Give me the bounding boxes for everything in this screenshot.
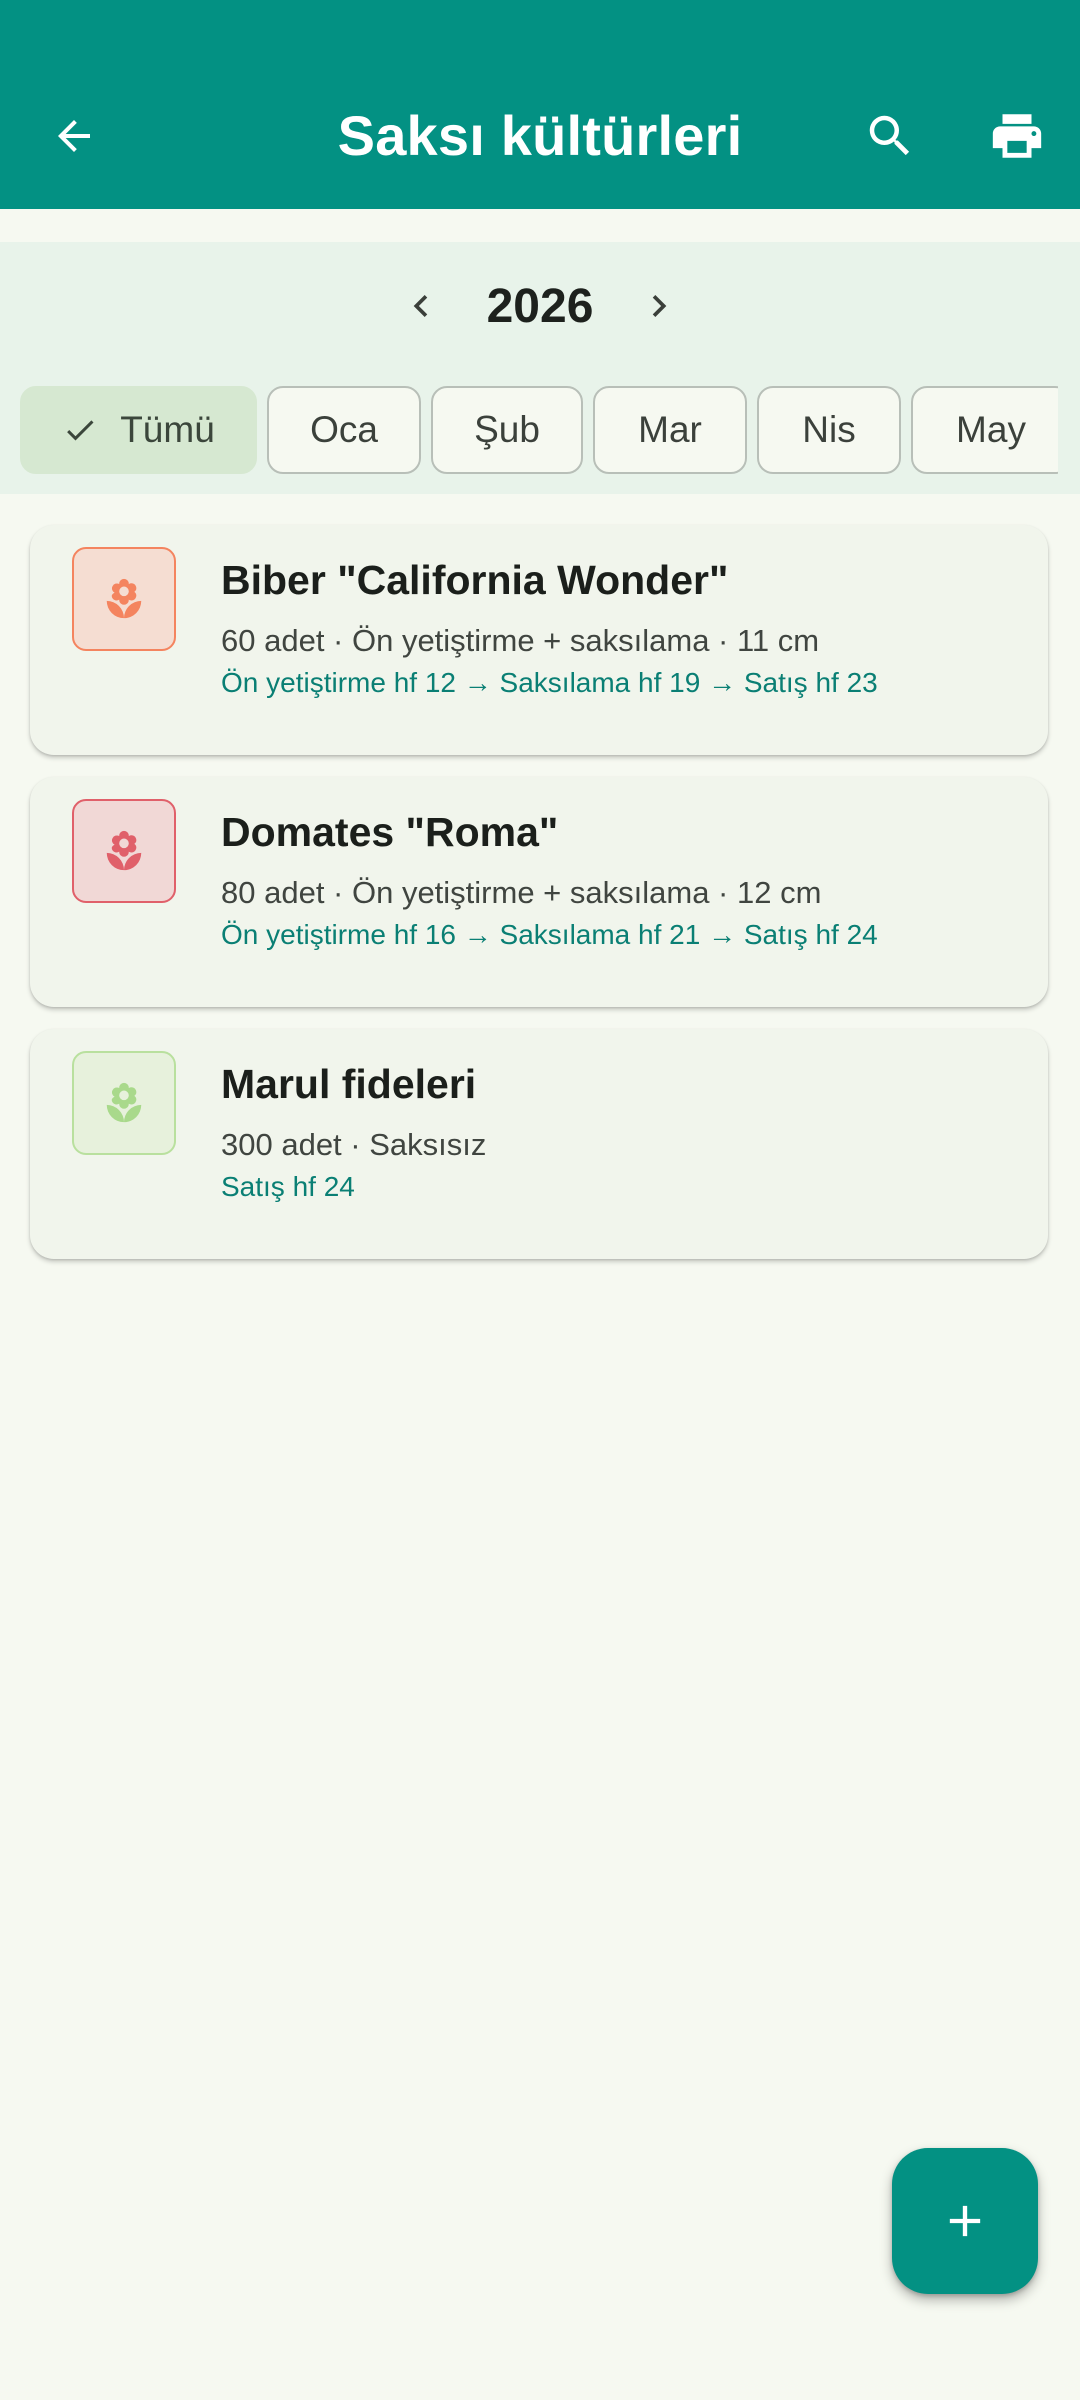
chip-month-apr[interactable]: Nis [757,386,901,474]
culture-schedule: Ön yetiştirme hf 12 → Saksılama hf 19 → … [221,667,878,698]
search-icon [869,115,910,156]
chevron-left-icon [413,295,428,317]
culture-schedule: Ön yetiştirme hf 16 → Saksılama hf 21 → … [221,919,878,950]
chip-month-jan[interactable]: Oca [267,386,421,474]
previous-year-button[interactable] [387,272,455,340]
culture-details: 80 adet · Ön yetiştirme + saksılama · 12… [221,875,822,910]
culture-name: Biber "California Wonder" [221,557,729,603]
chip-label: Nis [802,409,856,450]
culture-card[interactable]: Biber "California Wonder" 60 adet · Ön y… [30,525,1048,755]
culture-badge [72,799,176,903]
culture-badge [72,547,176,651]
culture-badge [72,1051,176,1155]
print-icon [992,114,1042,158]
add-culture-button[interactable] [892,2148,1038,2294]
culture-details: 60 adet · Ön yetiştirme + saksılama · 11… [221,623,820,658]
year-selector: 2026 [0,272,1080,340]
year-label: 2026 [486,279,594,333]
app-bar: Saksı kültürleri [0,0,1080,209]
culture-details: 300 adet · Saksısız [221,1127,487,1162]
next-year-button[interactable] [625,272,693,340]
culture-schedule: Satış hf 24 [221,1171,355,1202]
chip-label: Tümü [120,409,215,450]
chevron-right-icon [652,295,667,317]
flower-icon [106,830,142,871]
month-filter-chips: Tümü Oca Şub Mar Nis May [20,386,1058,476]
chip-label: Mar [638,409,702,450]
chip-month-feb[interactable]: Şub [431,386,583,474]
chip-month-mar[interactable]: Mar [593,386,747,474]
search-button[interactable] [850,96,930,176]
chip-month-may[interactable]: May [911,386,1058,474]
print-button[interactable] [977,96,1057,176]
add-icon [949,2205,981,2237]
chip-label: May [956,409,1026,450]
chip-all[interactable]: Tümü [20,386,257,474]
chip-label: Şub [474,409,540,450]
culture-card[interactable]: Marul fideleri 300 adet · Saksısız Satış… [30,1029,1048,1259]
culture-name: Marul fideleri [221,1061,477,1107]
flower-icon [106,578,142,619]
flower-icon [106,1082,142,1123]
check-icon [62,412,98,448]
culture-card[interactable]: Domates "Roma" 80 adet · Ön yetiştirme +… [30,777,1048,1007]
filter-panel: 2026 Tümü Oca Şub Mar Nis May [0,242,1080,494]
chip-label: Oca [310,409,378,450]
culture-name: Domates "Roma" [221,809,559,855]
